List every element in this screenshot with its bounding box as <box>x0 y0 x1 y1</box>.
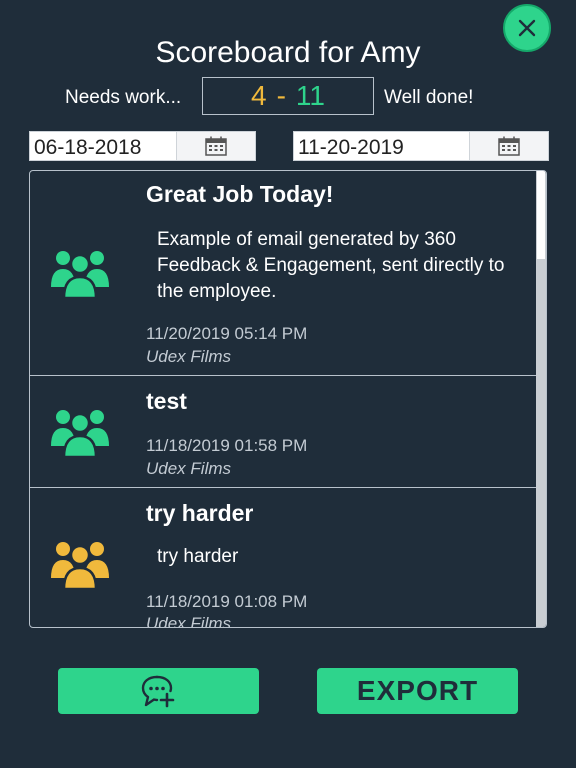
score-separator: - <box>276 80 286 111</box>
page-title: Scoreboard for Amy <box>155 36 421 69</box>
start-date-picker-button[interactable] <box>176 132 255 160</box>
list-scrollbar[interactable] <box>536 171 546 627</box>
calendar-icon <box>498 136 520 156</box>
feedback-date: 11/20/2019 05:14 PM <box>146 324 308 343</box>
feedback-item[interactable]: test 11/18/2019 01:58 PM Udex Films <box>30 376 537 488</box>
feedback-company: Udex Films <box>146 614 232 628</box>
end-date-field[interactable]: 11-20-2019 <box>293 131 549 161</box>
add-feedback-button[interactable] <box>58 668 259 714</box>
feedback-body: Example of email generated by 360 Feedba… <box>157 229 505 302</box>
score-well-done-count: 11 <box>295 80 325 111</box>
feedback-company: Udex Films <box>146 347 232 366</box>
group-users-icon <box>51 410 109 458</box>
score-box: 4 - 11 <box>202 77 374 115</box>
group-users-icon <box>51 542 109 590</box>
start-date-value: 06-18-2018 <box>34 136 142 159</box>
scrollbar-thumb[interactable] <box>537 171 545 259</box>
score-needs-work-count: 4 <box>251 80 267 111</box>
score-row: Needs work... 4 - 11 Well done! <box>0 77 576 117</box>
end-date-value: 11-20-2019 <box>298 136 404 159</box>
well-done-label: Well done! <box>384 87 474 108</box>
start-date-field[interactable]: 06-18-2018 <box>29 131 256 161</box>
close-x-icon <box>518 19 536 37</box>
export-button-label: EXPORT <box>356 675 479 706</box>
group-users-icon <box>51 251 109 299</box>
feedback-body: try harder <box>157 546 239 567</box>
end-date-picker-button[interactable] <box>469 132 548 160</box>
feedback-item[interactable]: try harder try harder 11/18/2019 01:08 P… <box>30 488 537 628</box>
feedback-title: try harder <box>146 500 254 526</box>
feedback-date: 11/18/2019 01:58 PM <box>146 436 308 455</box>
feedback-date: 11/18/2019 01:08 PM <box>146 592 308 611</box>
calendar-icon <box>205 136 227 156</box>
chat-plus-icon <box>141 675 174 708</box>
feedback-list[interactable]: Great Job Today! Example of email genera… <box>29 170 547 628</box>
feedback-item[interactable]: Great Job Today! Example of email genera… <box>30 171 537 376</box>
feedback-title: Great Job Today! <box>146 181 334 207</box>
export-button[interactable]: EXPORT <box>317 668 518 714</box>
needs-work-label: Needs work... <box>65 87 182 108</box>
feedback-company: Udex Films <box>146 459 232 478</box>
feedback-title: test <box>146 388 187 414</box>
